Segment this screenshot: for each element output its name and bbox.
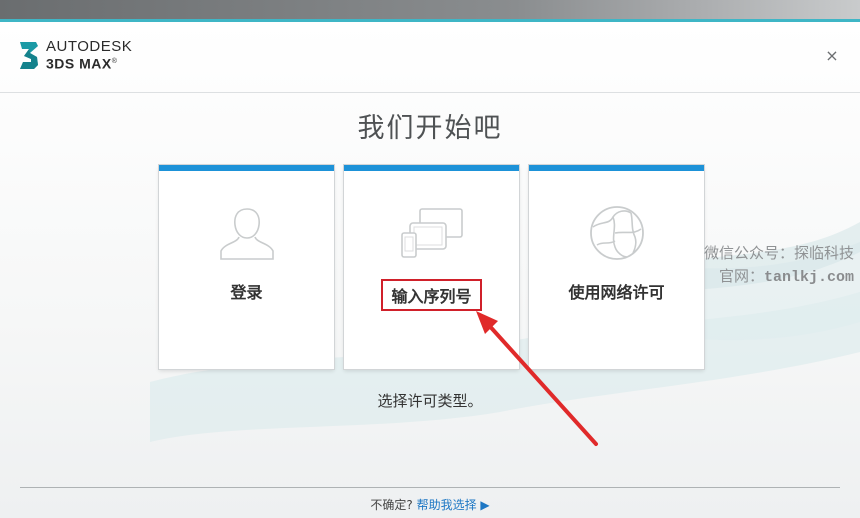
dialog-header: AUTODESK 3DS MAX® × (0, 22, 860, 93)
watermark-wechat: 微信公众号：探临科技 (703, 244, 854, 262)
footer-question: 不确定? (370, 498, 413, 512)
watermark: 微信公众号：探临科技 官网：tanlkj.com (704, 242, 854, 289)
serial-label-highlight: 输入序列号 (381, 279, 482, 311)
brand-wordmark: AUTODESK 3DS MAX® (46, 39, 132, 72)
brand-autodesk: AUTODESK (46, 38, 133, 55)
network-globe-icon (589, 206, 644, 260)
license-dialog: AUTODESK 3DS MAX® × 我们开始吧 登录 输入序列号 使用网络许… (0, 22, 860, 518)
brand-product: 3DS MAX® (46, 55, 118, 72)
user-icon (219, 208, 274, 260)
play-arrow-icon: ▶ (480, 498, 490, 512)
card-network-license[interactable]: 使用网络许可 (529, 165, 704, 369)
card-enter-serial[interactable]: 输入序列号 (344, 165, 519, 369)
page-title: 我们开始吧 (357, 113, 503, 144)
footer-divider (20, 487, 840, 488)
card-label-enter-serial: 输入序列号 (344, 279, 519, 311)
3ds-max-logo-icon (20, 42, 38, 69)
footer: 不确定? 帮助我选择 ▶ (0, 496, 860, 513)
card-sign-in[interactable]: 登录 (159, 165, 334, 369)
card-label-sign-in: 登录 (230, 283, 263, 302)
license-type-prompt: 选择许可类型。 (377, 392, 483, 410)
window-titlebar (0, 0, 860, 20)
card-label-network-license: 使用网络许可 (568, 283, 665, 302)
help-me-choose-link[interactable]: 帮助我选择 ▶ (417, 498, 490, 512)
devices-icon (400, 208, 463, 258)
close-icon[interactable]: × (824, 48, 840, 64)
watermark-website: 官网：tanlkj.com (718, 267, 854, 286)
